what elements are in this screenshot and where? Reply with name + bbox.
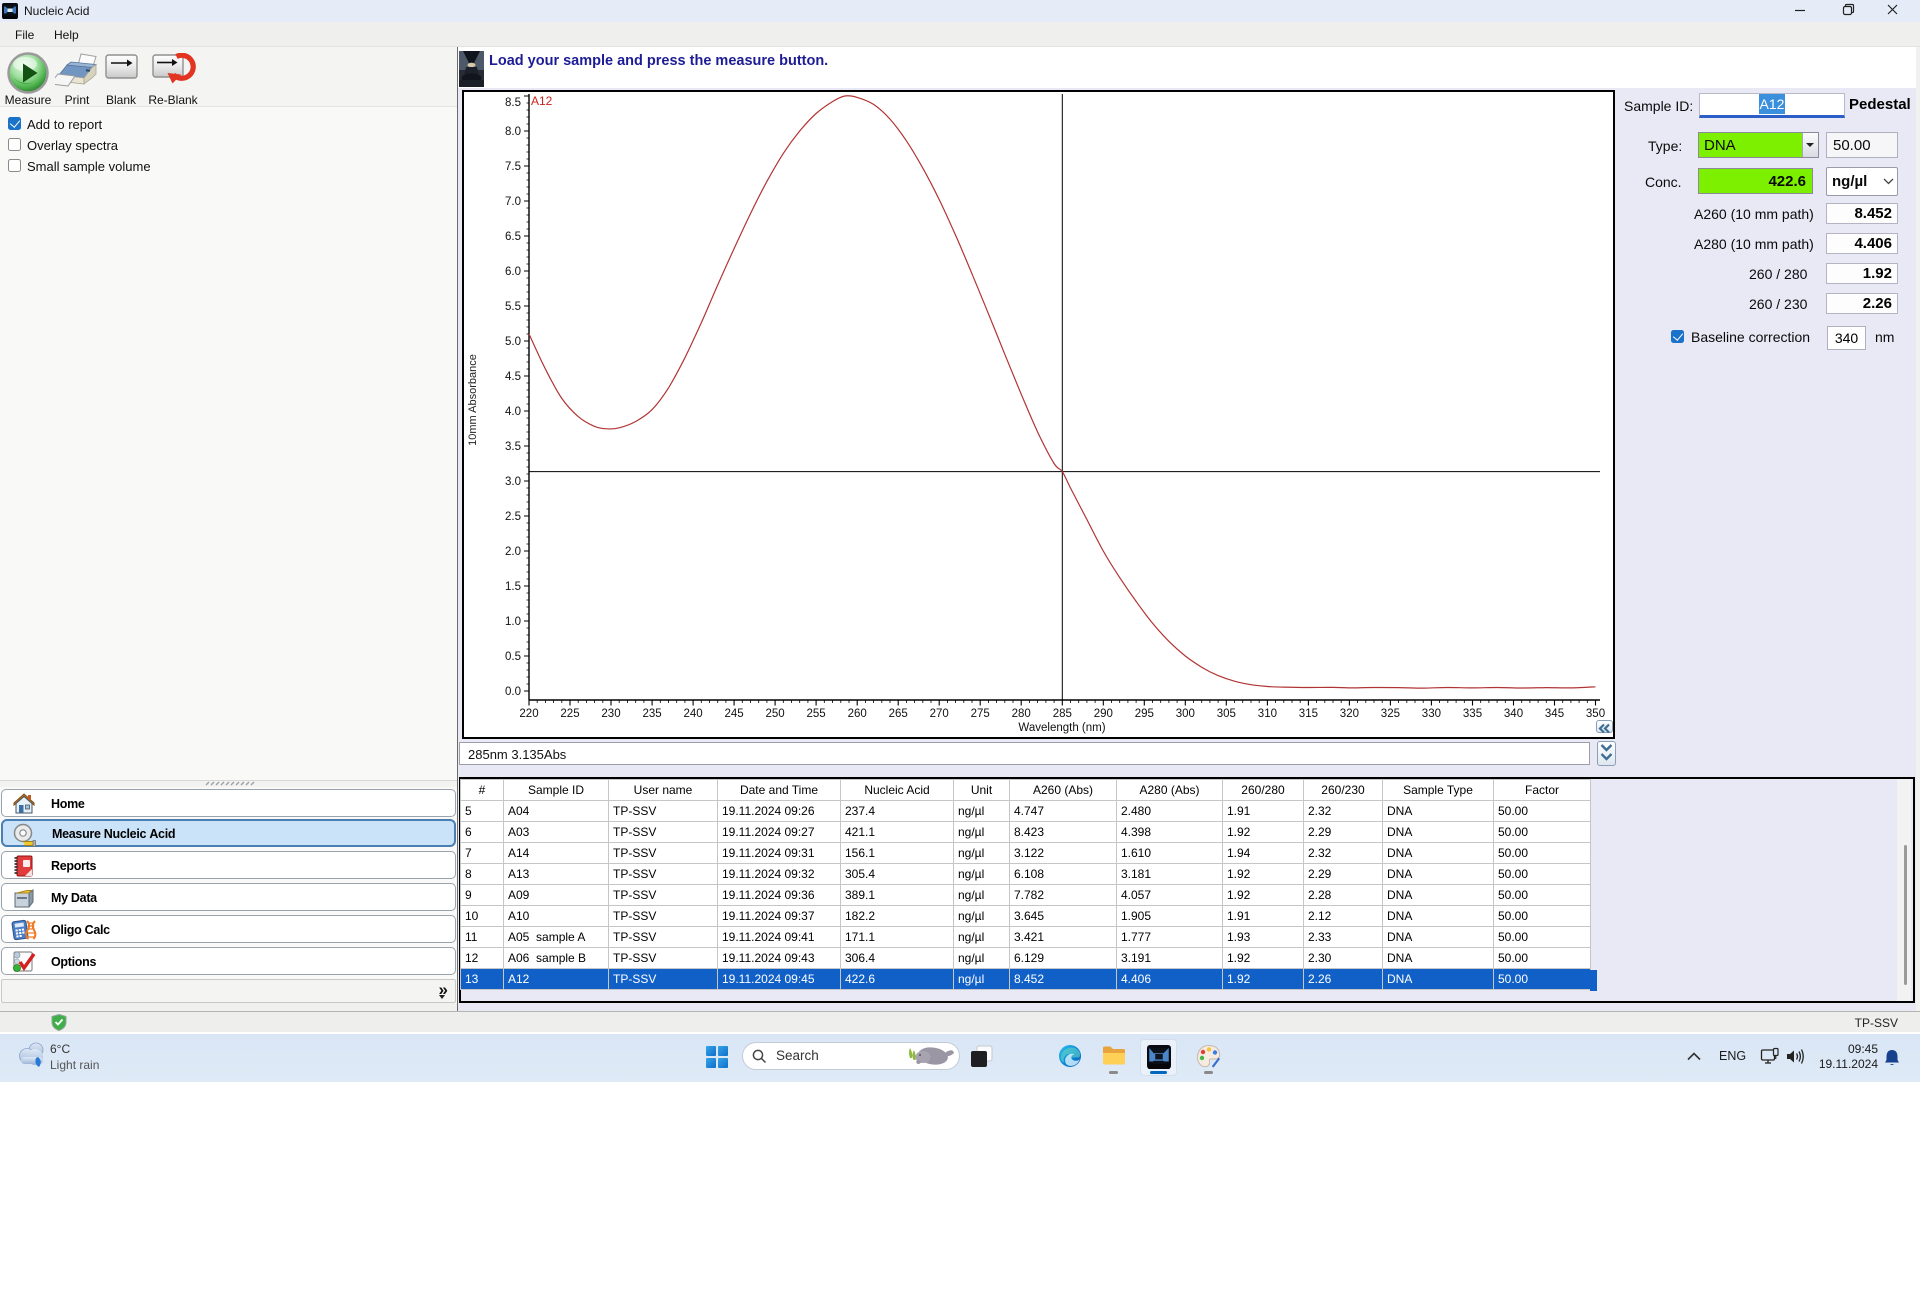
svg-text:225: 225 [560, 708, 579, 720]
svg-text:7.0: 7.0 [505, 196, 521, 208]
svg-text:2.0: 2.0 [505, 546, 521, 558]
svg-text:1.5: 1.5 [505, 581, 521, 593]
svg-text:3.5: 3.5 [505, 441, 521, 453]
svg-text:2.5: 2.5 [505, 511, 521, 523]
svg-text:6.0: 6.0 [505, 266, 521, 278]
svg-text:235: 235 [643, 708, 662, 720]
svg-text:3.0: 3.0 [505, 476, 521, 488]
svg-text:0.5: 0.5 [505, 651, 521, 663]
svg-text:340: 340 [1504, 708, 1523, 720]
svg-text:275: 275 [971, 708, 990, 720]
svg-text:300: 300 [1176, 708, 1195, 720]
svg-text:265: 265 [889, 708, 908, 720]
svg-text:8.0: 8.0 [505, 126, 521, 138]
svg-text:285: 285 [1053, 708, 1072, 720]
svg-text:1.0: 1.0 [505, 616, 521, 628]
svg-text:250: 250 [766, 708, 785, 720]
svg-text:345: 345 [1545, 708, 1564, 720]
svg-text:325: 325 [1381, 708, 1400, 720]
svg-text:335: 335 [1463, 708, 1482, 720]
svg-text:6.5: 6.5 [505, 231, 521, 243]
svg-text:310: 310 [1258, 708, 1277, 720]
svg-text:7.5: 7.5 [505, 161, 521, 173]
svg-text:4.0: 4.0 [505, 406, 521, 418]
svg-text:5.5: 5.5 [505, 301, 521, 313]
svg-text:305: 305 [1217, 708, 1236, 720]
svg-text:350: 350 [1586, 708, 1605, 720]
svg-text:4.5: 4.5 [505, 371, 521, 383]
svg-text:280: 280 [1012, 708, 1031, 720]
svg-text:295: 295 [1135, 708, 1154, 720]
svg-text:10mm Absorbance: 10mm Absorbance [467, 354, 479, 446]
svg-text:0.0: 0.0 [505, 686, 521, 698]
svg-text:330: 330 [1422, 708, 1441, 720]
svg-text:320: 320 [1340, 708, 1359, 720]
svg-text:255: 255 [807, 708, 826, 720]
svg-text:290: 290 [1094, 708, 1113, 720]
svg-text:220: 220 [519, 708, 538, 720]
svg-text:Wavelength (nm): Wavelength (nm) [1018, 722, 1105, 734]
svg-text:230: 230 [601, 708, 620, 720]
svg-text:5.0: 5.0 [505, 336, 521, 348]
svg-text:240: 240 [684, 708, 703, 720]
svg-text:A12: A12 [531, 94, 553, 108]
svg-text:270: 270 [930, 708, 949, 720]
svg-text:315: 315 [1299, 708, 1318, 720]
svg-text:8.5: 8.5 [505, 97, 521, 109]
svg-text:245: 245 [725, 708, 744, 720]
svg-text:260: 260 [848, 708, 867, 720]
